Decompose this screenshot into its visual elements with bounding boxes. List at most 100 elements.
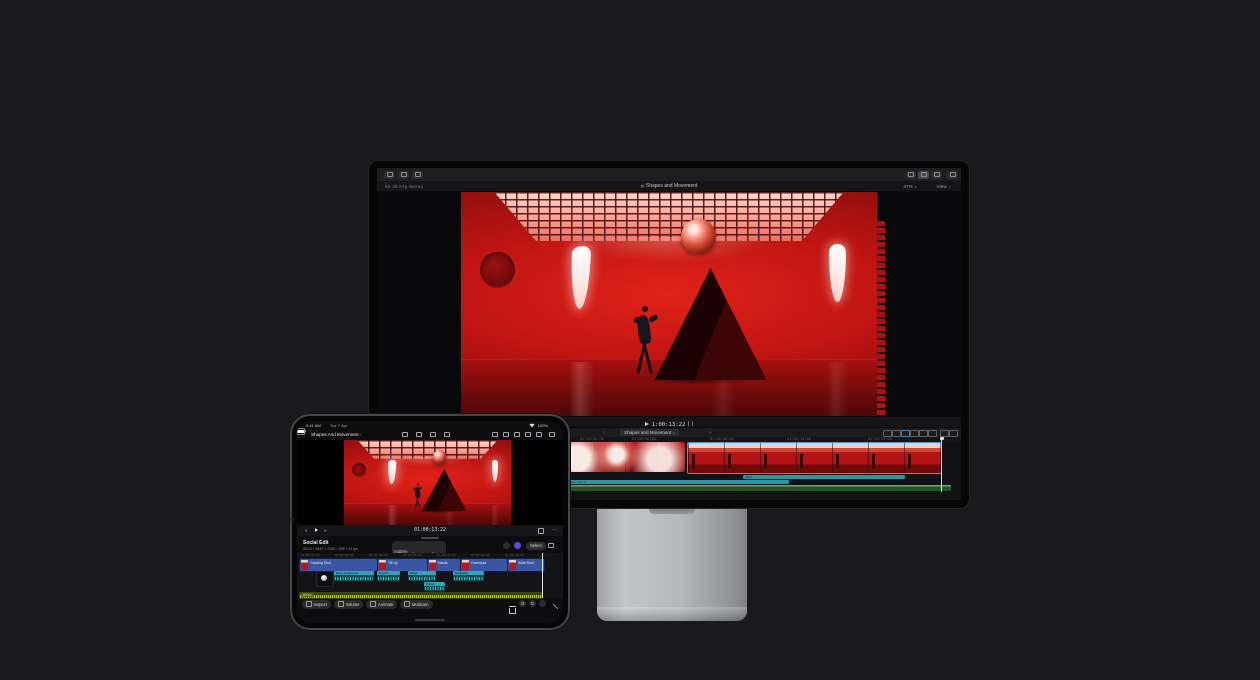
multicam-button[interactable]: Multicam: [400, 600, 432, 609]
ipad: 9:41 AM Tue 7 Apr 100% ‹ Shapes And Move…: [290, 414, 570, 630]
volume-button[interactable]: Volume: [334, 600, 363, 609]
skimming-icon[interactable]: [901, 430, 910, 437]
view-menu[interactable]: View ∨: [937, 184, 951, 189]
undo-icon[interactable]: ↺: [519, 600, 526, 607]
chevron-down-icon: ∨: [673, 431, 675, 435]
music-label: Hit Fly: [301, 593, 314, 597]
ruler-tick: 01:00:08:00: [710, 437, 734, 441]
mic-icon[interactable]: [429, 430, 437, 438]
project-title: ▤ Shapes and Movement: [377, 183, 961, 189]
color-adjust-icon[interactable]: [514, 542, 521, 549]
chevron-down-icon: ∨: [359, 433, 361, 437]
sphere-thumb: [321, 575, 327, 581]
ceiling-light-grid: [494, 192, 843, 241]
share-icon[interactable]: [947, 171, 958, 179]
snapping-icon[interactable]: [910, 430, 919, 437]
status-bar: 9:41 AM Tue 7 Apr 100%: [297, 421, 563, 429]
fullscreen-icon[interactable]: [537, 527, 545, 535]
viewer-info-bar: 8K 29.97p Stereo ▤ Shapes and Movement 4…: [377, 181, 961, 191]
render-icon[interactable]: [491, 430, 499, 438]
inspect-button[interactable]: Inspect: [302, 600, 331, 609]
home-indicator[interactable]: [415, 619, 445, 621]
timeline-tab[interactable]: Shapes and Movement ∨: [620, 429, 679, 436]
clip-overhead[interactable]: Overhead: [460, 558, 508, 572]
layout-icon[interactable]: [513, 430, 521, 438]
clip-tracking-shot[interactable]: Tracking Shot: [299, 558, 378, 572]
audio-clip-wind[interactable]: Wind: [408, 571, 436, 581]
inspector-icon[interactable]: [931, 171, 942, 179]
sidebar-toggle-icon[interactable]: [384, 171, 395, 179]
clip-wide-shot[interactable]: Wide Shot: [507, 558, 545, 572]
search-icon[interactable]: [535, 430, 543, 438]
play-icon[interactable]: [645, 422, 649, 426]
chrome-sphere: [433, 450, 447, 464]
app-toolbar: ‹ Shapes And Movement ∨: [297, 429, 563, 440]
timeline-clip-spheres[interactable]: [563, 442, 685, 472]
ruler-tick: 01:00:14:00: [505, 553, 524, 557]
camera-icon[interactable]: [443, 430, 451, 438]
ipad-viewer: [297, 440, 563, 525]
playhead[interactable]: [542, 553, 543, 598]
clip-filmstrip-column[interactable]: [877, 221, 885, 417]
chevron-down-icon: ∨: [914, 185, 917, 189]
effects-icon[interactable]: [892, 430, 901, 437]
status-date: Tue 7 Apr: [330, 423, 347, 428]
zoom-menu[interactable]: 47% ∨: [903, 184, 917, 189]
ipad-timecode: 01:00:13:22: [297, 528, 563, 533]
zoom-fit-icon[interactable]: [949, 430, 958, 437]
product-scene: 8K 29.97p Stereo ▤ Shapes and Movement 4…: [0, 0, 1260, 680]
ipad-timeline: 01:00:02:00 01:00:04:00 01:00:06:00 01:0…: [297, 553, 563, 598]
connected-clip-thumb[interactable]: [316, 571, 334, 587]
more-icon[interactable]: ···: [552, 527, 557, 533]
import-icon[interactable]: [398, 171, 409, 179]
trash-icon[interactable]: [509, 608, 516, 615]
clip-label: Wind: [743, 475, 905, 479]
timeline-clip-wide-shot[interactable]: Wide Shot: [687, 442, 942, 474]
playhead-handle[interactable]: [940, 437, 944, 440]
connected-clip-ambient[interactable]: Ambient Sound: [563, 480, 789, 484]
timeline-layout-icon[interactable]: [918, 171, 929, 179]
clapper-icon: ▤: [641, 183, 645, 188]
project-title[interactable]: Shapes And Movement: [311, 432, 359, 437]
import-icon[interactable]: [401, 430, 409, 438]
ruler-tick: 01:00:08:00: [403, 553, 422, 557]
connected-clip-wind[interactable]: Wind: [743, 475, 905, 479]
clip-label: Ambient Sound: [563, 480, 789, 484]
back-icon[interactable]: ‹: [304, 430, 306, 436]
audio-meter-icon: [688, 421, 689, 426]
clip-tilt-up[interactable]: Tilt Up: [377, 558, 428, 572]
clip-hands[interactable]: Hands: [427, 558, 461, 572]
project-header: Social Edit 00:21 • 3840 × 2160 • 30P • …: [297, 540, 563, 553]
viewer-toolbar: [377, 168, 961, 182]
audio-clip-drums[interactable]: Drums: [377, 571, 400, 581]
tool-pills: Inspect Volume Animate Multicam: [302, 600, 436, 609]
keyword-editor-icon[interactable]: [412, 171, 423, 179]
animate-button[interactable]: Animate: [366, 600, 397, 609]
index-icon[interactable]: [883, 430, 892, 437]
tools-icon[interactable]: [928, 430, 937, 437]
select-button[interactable]: Select: [526, 542, 546, 550]
drag-handle[interactable]: [421, 537, 439, 539]
display-icon[interactable]: [502, 430, 510, 438]
jog-wheel-icon[interactable]: [539, 600, 546, 607]
clip-appearance-icon[interactable]: [940, 430, 949, 437]
viewer-options-icon[interactable]: [524, 430, 532, 438]
back-history-icon[interactable]: ‹: [603, 430, 605, 436]
add-project-icon[interactable]: +: [709, 430, 712, 435]
media-browser-icon[interactable]: [415, 430, 423, 438]
tools-bar: Inspect Volume Animate Multicam ↺ ↻: [297, 598, 563, 610]
audio-clip-bass-ambience[interactable]: Bass Ambience: [334, 571, 374, 581]
redo-icon[interactable]: ↻: [529, 600, 536, 607]
ruler-tick: 01:00:10:00: [437, 553, 456, 557]
ruler-tick: 01:00:10:00: [787, 437, 811, 441]
audio-solo-icon[interactable]: [919, 430, 928, 437]
audio-clip-crash[interactable]: Crash: [424, 582, 445, 591]
settings-icon[interactable]: [503, 542, 510, 549]
playhead[interactable]: [941, 437, 942, 492]
music-track[interactable]: [563, 485, 951, 491]
browser-layout-icon[interactable]: [905, 171, 916, 179]
list-view-icon[interactable]: [547, 541, 555, 549]
audio-clip-highlight[interactable]: Highlight: [453, 571, 484, 581]
export-icon[interactable]: [548, 430, 556, 438]
ruler-tick: 01:00:02:00: [301, 553, 320, 557]
